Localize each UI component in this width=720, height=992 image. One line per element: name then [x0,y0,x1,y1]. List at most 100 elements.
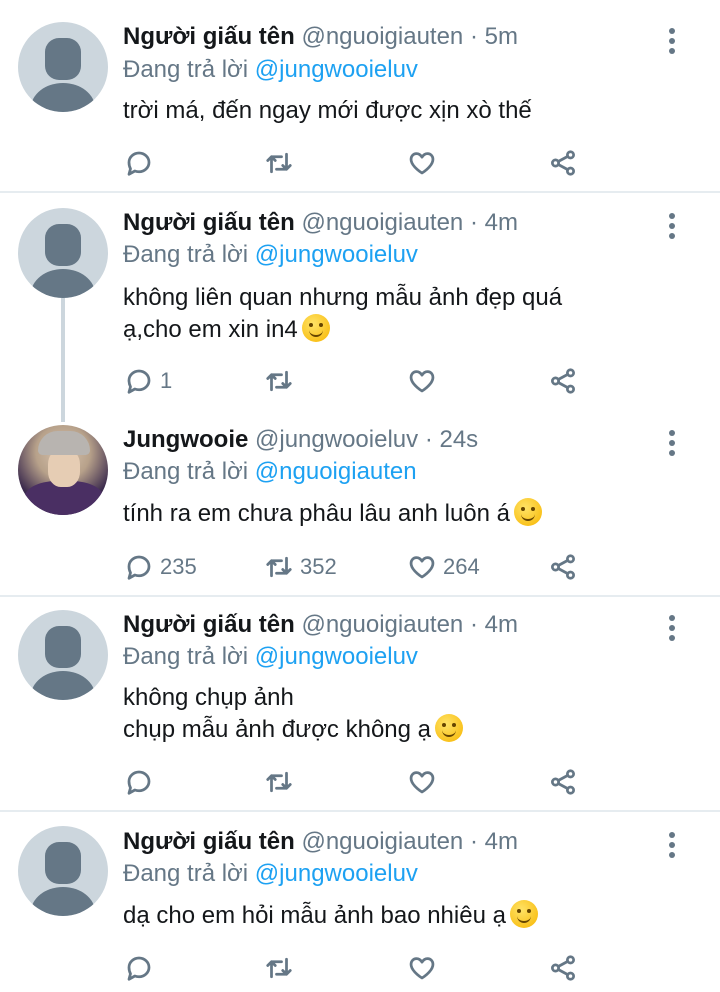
replying-to: Đang trả lời @nguoigiauten [123,457,417,487]
user-handle[interactable]: @nguoigiauten [301,209,463,236]
share-icon [551,150,575,176]
reply-button[interactable] [124,762,160,802]
user-handle[interactable]: @nguoigiauten [301,23,463,50]
separator-dot: · [469,209,478,236]
reply-button[interactable]: 1 [124,361,172,401]
tweet-text-line: tính ra em chưa phâu lâu anh luôn á [123,500,510,527]
reply-prefix: Đang trả lời [123,241,249,268]
reply-icon [127,555,151,580]
tweet-text-line: chụp mẫu ảnh được không ạ [123,716,432,743]
reply-button[interactable] [124,143,160,183]
reply-button[interactable]: 235 [124,547,197,587]
reply-button[interactable] [124,948,160,988]
replying-to: Đang trả lời @jungwooieluv [123,240,418,270]
tweet-header: Jungwooie @jungwooieluv · 24s [123,425,478,455]
heart-icon [409,771,435,794]
more-options-icon[interactable] [662,26,682,56]
retweet-icon [266,556,292,578]
tweet-text: không liên quan nhưng mẫu ảnh đẹp quá ạ,… [123,282,562,346]
heart-icon [409,370,435,393]
like-count: 264 [443,554,480,579]
separator-dot: · [469,611,478,638]
heart-icon [409,556,435,579]
share-button[interactable] [548,547,578,587]
display-name[interactable]: Người giấu tên [123,209,295,236]
tweet-text: dạ cho em hỏi mẫu ảnh bao nhiêu ạ [123,900,538,932]
divider [0,191,720,193]
divider [0,810,720,812]
more-options-icon[interactable] [662,830,682,860]
avatar[interactable] [18,826,108,916]
share-button[interactable] [548,361,578,401]
display-name[interactable]: Người giấu tên [123,611,295,638]
raised-eyebrow-emoji [514,498,542,526]
more-options-icon[interactable] [662,428,682,458]
retweet-icon [266,152,292,174]
share-button[interactable] [548,143,578,183]
tweet-text-line: trời má, đến ngay mới được xịn xò thế [123,97,532,124]
tweet-actions [0,948,720,988]
share-button[interactable] [548,948,578,988]
tweet-text: trời má, đến ngay mới được xịn xò thế [123,95,532,127]
tweet-actions: 235 352 264 [0,547,720,587]
retweet-button[interactable] [264,143,300,183]
separator-dot: · [424,426,433,453]
reply-icon [127,151,151,176]
reply-mention-link[interactable]: @jungwooieluv [255,643,418,670]
heart-icon [409,152,435,175]
reply-mention-link[interactable]: @jungwooieluv [255,241,418,268]
timestamp[interactable]: 4m [485,209,518,236]
like-button[interactable] [407,762,443,802]
reply-mention-link[interactable]: @jungwooieluv [255,56,418,83]
share-icon [551,769,575,795]
like-button[interactable]: 264 [407,547,480,587]
like-button[interactable] [407,948,443,988]
replying-to: Đang trả lời @jungwooieluv [123,859,418,889]
reply-prefix: Đang trả lời [123,458,249,485]
avatar[interactable] [18,610,108,700]
like-button[interactable] [407,143,443,183]
avatar[interactable] [18,22,108,112]
display-name[interactable]: Người giấu tên [123,23,295,50]
heart-icon [409,957,435,980]
divider [0,595,720,597]
timestamp[interactable]: 5m [485,23,518,50]
replying-to: Đang trả lời @jungwooieluv [123,642,418,672]
retweet-icon [266,957,292,979]
tweet-actions [0,143,720,183]
timestamp[interactable]: 4m [485,611,518,638]
reply-mention-link[interactable]: @jungwooieluv [255,860,418,887]
share-icon [551,955,575,981]
tweet-header: Người giấu tên @nguoigiauten · 4m [123,208,518,238]
retweet-icon [266,771,292,793]
reply-prefix: Đang trả lời [123,860,249,887]
user-handle[interactable]: @nguoigiauten [301,828,463,855]
user-handle[interactable]: @jungwooieluv [255,426,418,453]
more-options-icon[interactable] [662,613,682,643]
user-handle[interactable]: @nguoigiauten [301,611,463,638]
retweet-button[interactable] [264,948,300,988]
reply-prefix: Đang trả lời [123,643,249,670]
tweet-header: Người giấu tên @nguoigiauten · 4m [123,610,518,640]
tweet-text-line: không liên quan nhưng mẫu ảnh đẹp quá [123,284,563,311]
like-button[interactable] [407,361,443,401]
reply-icon [127,770,151,795]
reply-icon [127,956,151,981]
retweet-button[interactable] [264,361,300,401]
more-options-icon[interactable] [662,211,682,241]
tweet-text-line: ạ,cho em xin in4 [123,316,298,343]
reply-count: 235 [160,554,197,579]
thread-line [61,292,65,422]
tweet-text: tính ra em chưa phâu lâu anh luôn á [123,498,542,530]
display-name[interactable]: Người giấu tên [123,828,295,855]
reply-mention-link[interactable]: @nguoigiauten [255,458,417,485]
timestamp[interactable]: 4m [485,828,518,855]
avatar[interactable] [18,425,108,515]
avatar[interactable] [18,208,108,298]
replying-to: Đang trả lời @jungwooieluv [123,55,418,85]
timestamp[interactable]: 24s [439,426,478,453]
share-button[interactable] [548,762,578,802]
retweet-button[interactable] [264,762,300,802]
display-name[interactable]: Jungwooie [123,426,248,453]
retweet-button[interactable]: 352 [264,547,337,587]
